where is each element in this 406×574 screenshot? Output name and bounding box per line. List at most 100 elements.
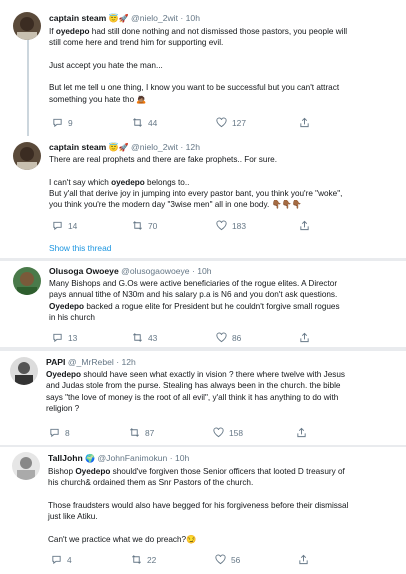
tweet-text-segment: If — [49, 27, 56, 36]
reply-button[interactable]: 14 — [52, 220, 77, 231]
tweet-text-line: in his church — [49, 312, 95, 322]
like-button[interactable]: 86 — [216, 332, 241, 343]
share-button[interactable] — [299, 117, 310, 128]
share-button[interactable] — [296, 427, 307, 438]
highlighted-keyword: oyedepo — [111, 177, 145, 187]
tweet-text-line: something you hate tho 🙇🏽 — [49, 94, 147, 104]
retweet-button[interactable]: 22 — [131, 554, 156, 565]
avatar[interactable] — [13, 267, 41, 295]
display-name[interactable]: PAPI — [46, 357, 65, 367]
user-handle[interactable]: @nielo_2wit — [131, 142, 178, 152]
tweet-text-segment: I can't say which — [49, 177, 112, 187]
like-count: 56 — [231, 554, 241, 565]
display-name[interactable]: captain steam — [49, 13, 106, 23]
retweet-button[interactable]: 87 — [129, 427, 154, 438]
reply-button[interactable]: 4 — [51, 554, 72, 565]
reply-button[interactable]: 13 — [52, 332, 77, 343]
retweet-count: 44 — [148, 117, 158, 128]
tweet-actions: 4 22 56 — [48, 554, 328, 566]
avatar[interactable] — [13, 12, 41, 40]
share-button[interactable] — [298, 554, 309, 565]
timestamp[interactable]: 10h — [186, 13, 200, 23]
timestamp[interactable]: 10h — [197, 266, 211, 276]
timestamp[interactable]: 10h — [175, 453, 189, 463]
tweet-text-line: says "the love of money is the root of a… — [46, 392, 339, 402]
heart-icon — [216, 332, 227, 343]
avatar[interactable] — [13, 142, 41, 170]
like-button[interactable]: 56 — [215, 554, 240, 565]
like-count: 183 — [232, 220, 246, 231]
tweet-text-line: religion ? — [46, 403, 80, 413]
tweet-text-line: you think you're the modern day "3wise m… — [49, 200, 303, 210]
retweet-icon — [133, 118, 142, 127]
separator-dot: · — [191, 266, 195, 276]
highlighted-keyword: Oyedepo — [75, 467, 111, 476]
tweet-text-line: There are real prophets and there are fa… — [49, 155, 278, 164]
retweet-button[interactable]: 44 — [132, 117, 157, 128]
heart-icon — [216, 220, 227, 231]
retweet-icon — [133, 333, 142, 342]
display-name[interactable]: TallJohn — [48, 453, 83, 463]
tweet-text-line: But y'all that derive joy in jumping int… — [49, 188, 343, 198]
tweet-text-line: still come here and trend him for suppor… — [49, 38, 224, 48]
timestamp[interactable]: 12h — [186, 142, 200, 152]
avatar[interactable] — [12, 452, 40, 480]
tweet-header: TallJohn 🌍 @JohnFanimokun · 10h — [48, 453, 189, 464]
reply-count: 9 — [68, 117, 73, 128]
like-button[interactable]: 183 — [216, 220, 246, 231]
show-thread-link[interactable]: Show this thread — [49, 243, 111, 253]
user-handle[interactable]: @nielo_2wit — [131, 13, 178, 23]
user-handle[interactable]: @_MrRebel — [68, 357, 114, 367]
tweet-text-line: his church& ordained them as Snr Pastors… — [48, 478, 254, 488]
tweet-text: Bishop Oyedepo should've forgiven those … — [48, 466, 348, 545]
reply-icon — [52, 555, 61, 565]
separator-dot: · — [116, 357, 120, 367]
share-icon — [300, 332, 309, 343]
thread-line — [27, 34, 29, 136]
display-name[interactable]: captain steam — [49, 142, 106, 152]
tweet-text-segment: should've forgiven those Senior officers… — [110, 467, 345, 476]
reply-icon — [53, 333, 62, 343]
tweet-header: Olusoga Owoeye @olusogaowoeye · 10h — [49, 266, 212, 277]
name-emoji: 😇🚀 — [108, 143, 129, 152]
retweet-count: 22 — [147, 554, 157, 565]
reply-count: 4 — [67, 554, 72, 565]
user-handle[interactable]: @olusogaowoeye — [121, 266, 189, 276]
heart-icon — [213, 427, 224, 438]
highlighted-keyword: Oyedepo — [46, 370, 82, 379]
thread-group: captain steam 😇🚀 @nielo_2wit · 10h If oy… — [0, 0, 406, 258]
retweet-icon — [132, 555, 141, 564]
separator-dot: · — [180, 142, 184, 152]
tweet-card: Olusoga Owoeye @olusogaowoeye · 10h Many… — [0, 261, 406, 347]
tweet-card: PAPI @_MrRebel · 12h Oyedepo should have… — [0, 351, 406, 445]
timestamp[interactable]: 12h — [121, 357, 135, 367]
avatar[interactable] — [10, 357, 38, 385]
highlighted-keyword: oyedepo — [55, 27, 90, 36]
share-icon — [297, 427, 306, 438]
tweet-text: There are real prophets and there are fa… — [49, 154, 342, 210]
tweet-header: captain steam 😇🚀 @nielo_2wit · 12h — [49, 142, 200, 153]
retweet-button[interactable]: 70 — [132, 220, 157, 231]
reply-button[interactable]: 9 — [52, 117, 73, 128]
tweet-text-segment: belongs to.. — [144, 177, 190, 187]
reply-count: 14 — [68, 220, 78, 231]
reply-icon — [53, 221, 62, 231]
heart-icon — [216, 117, 227, 128]
tweet-text-segment: backed a rogue elite for President but h… — [84, 301, 340, 311]
display-name[interactable]: Olusoga Owoeye — [49, 266, 119, 276]
tweet-text-line: Can't we practice what we do preach?😏 — [48, 534, 197, 544]
tweet-actions: 8 87 158 — [46, 427, 326, 439]
reply-count: 8 — [65, 427, 70, 438]
reply-button[interactable]: 8 — [49, 427, 70, 438]
like-button[interactable]: 158 — [213, 427, 243, 438]
tweet-text: If oyedepo had still done nothing and no… — [49, 26, 347, 105]
share-button[interactable] — [299, 332, 310, 343]
user-handle[interactable]: @JohnFanimokun — [97, 453, 167, 463]
retweet-button[interactable]: 43 — [132, 332, 157, 343]
share-button[interactable] — [299, 220, 310, 231]
share-icon — [300, 220, 309, 231]
tweet-actions: 9 44 127 — [49, 117, 329, 129]
tweet-header: PAPI @_MrRebel · 12h — [46, 357, 136, 368]
tweet-text-segment: had still done nothing and not dismissed… — [89, 27, 348, 36]
like-button[interactable]: 127 — [216, 117, 246, 128]
